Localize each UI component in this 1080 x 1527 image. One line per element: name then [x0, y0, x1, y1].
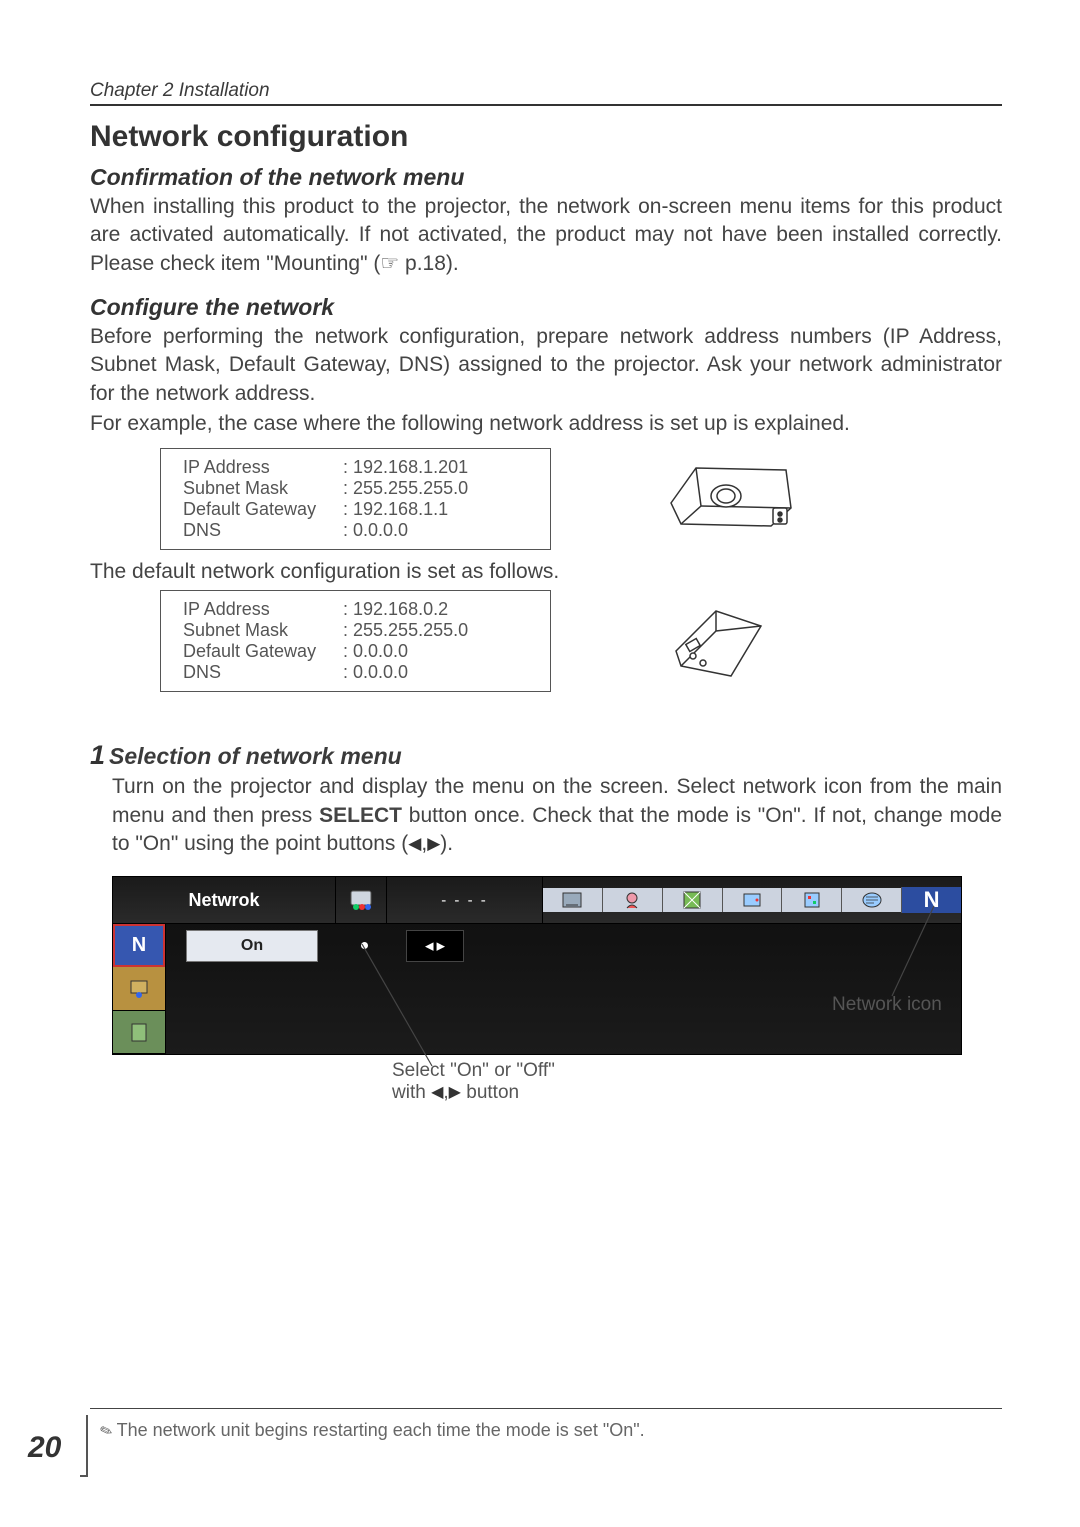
osd-source-icon	[335, 877, 386, 923]
mask-label: Subnet Mask	[183, 620, 343, 641]
ip-value: 192.168.1.201	[343, 457, 468, 478]
dns-value: 0.0.0.0	[343, 662, 408, 683]
ip-label: IP Address	[183, 599, 343, 620]
configure-text-1: Before performing the network configurat…	[90, 323, 1002, 408]
osd-setting-icon	[781, 888, 841, 912]
page-number: 20	[28, 1431, 61, 1465]
gw-value: 0.0.0.0	[343, 641, 408, 662]
right-arrow-icon: ▶	[427, 833, 440, 856]
network-unit-illustration	[661, 596, 771, 686]
page-corner-mark	[80, 1415, 88, 1477]
osd-left-network-icon: N	[113, 924, 165, 967]
default-config-lead: The default network configuration is set…	[90, 560, 1002, 584]
left-arrow-icon: ◀	[431, 1082, 443, 1102]
osd-info-icon	[841, 888, 901, 912]
osd-left-right-arrows: ◂▸	[406, 930, 464, 962]
osd-dashes: - - - -	[386, 877, 542, 923]
osd-sound-icon	[722, 888, 782, 912]
dns-label: DNS	[183, 520, 343, 541]
osd-menu-screenshot: Netwrok - - - - N N On	[112, 876, 962, 1055]
gw-label: Default Gateway	[183, 499, 343, 520]
footer-rule	[90, 1408, 1002, 1409]
footnote: ✎The network unit begins restarting each…	[100, 1420, 645, 1441]
ip-label: IP Address	[183, 457, 343, 478]
gw-label: Default Gateway	[183, 641, 343, 662]
configure-text-2: For example, the case where the followin…	[90, 410, 1002, 438]
mask-value: 255.255.255.0	[343, 478, 468, 499]
osd-menu-bar: Netwrok - - - - N	[112, 876, 962, 924]
step1-body: Turn on the projector and display the me…	[112, 773, 1002, 858]
osd-network-icon: N	[901, 887, 961, 913]
section-title: Network configuration	[90, 120, 1002, 154]
gw-value: 192.168.1.1	[343, 499, 448, 520]
left-arrow-icon: ◀	[408, 833, 421, 856]
confirmation-text: When installing this product to the proj…	[90, 193, 1002, 278]
annotation-select-on-off: Select "On" or "Off" with ◀,▶ button	[392, 1060, 555, 1104]
osd-screen-icon	[662, 888, 722, 912]
subsection-configure: Configure the network	[90, 294, 1002, 321]
dns-label: DNS	[183, 662, 343, 683]
mask-label: Subnet Mask	[183, 478, 343, 499]
projector-front-illustration	[661, 448, 801, 538]
step-number: 1	[90, 740, 105, 770]
osd-icon-row: N	[542, 877, 961, 923]
osd-mode-value: On	[186, 930, 318, 962]
annotation-network-icon: Network icon	[832, 994, 942, 1016]
mask-value: 255.255.255.0	[343, 620, 468, 641]
chapter-header: Chapter 2 Installation	[90, 80, 1002, 106]
ip-value: 192.168.0.2	[343, 599, 448, 620]
osd-left-item-2-icon	[113, 967, 165, 1011]
osd-leader-dot	[361, 942, 368, 949]
osd-image-icon	[602, 888, 662, 912]
subsection-confirmation: Confirmation of the network menu	[90, 164, 1002, 191]
dns-value: 0.0.0.0	[343, 520, 408, 541]
osd-menu-title: Netwrok	[113, 877, 335, 923]
example-network-table: IP Address192.168.1.201 Subnet Mask255.2…	[160, 448, 551, 550]
step1-heading: 1Selection of network menu	[90, 740, 1002, 771]
osd-left-item-3-icon	[113, 1011, 165, 1055]
default-network-table: IP Address192.168.0.2 Subnet Mask255.255…	[160, 590, 551, 692]
pencil-icon: ✎	[97, 1420, 115, 1441]
osd-menu-body: N On ◂▸	[112, 924, 962, 1055]
osd-pcadj-icon	[543, 888, 602, 912]
right-arrow-icon: ▶	[449, 1082, 461, 1102]
